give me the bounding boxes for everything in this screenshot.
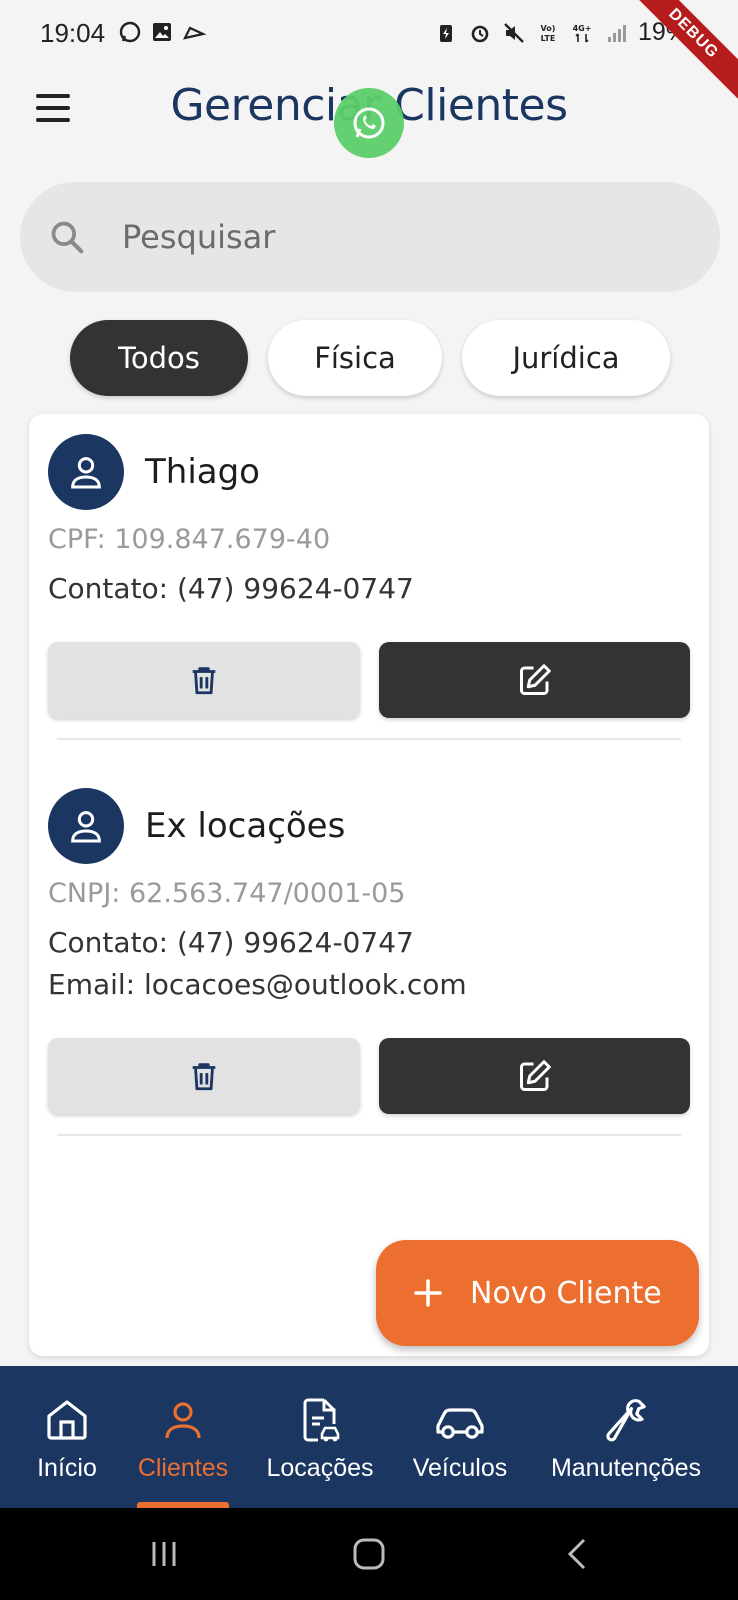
whatsapp-floating-icon[interactable] xyxy=(334,88,404,158)
nav-item-locacoes[interactable]: Locações xyxy=(258,1366,382,1508)
system-navigation-bar xyxy=(0,1508,738,1600)
nav-label: Locações xyxy=(266,1454,374,1482)
edit-button[interactable] xyxy=(379,1038,690,1114)
nav-label: Veículos xyxy=(412,1454,508,1482)
search-input[interactable] xyxy=(122,218,642,256)
filter-juridica[interactable]: Jurídica xyxy=(462,320,670,396)
nav-label: Manutenções xyxy=(550,1454,702,1482)
client-document: CPF: 109.847.679-40 xyxy=(48,524,331,555)
status-right: Vo) LTE 4G+ 19% xyxy=(434,18,688,47)
recent-apps-icon[interactable] xyxy=(144,1534,184,1574)
client-name: Ex locações xyxy=(145,806,346,846)
client-contact: Contato: (47) 99624-0747 xyxy=(48,926,414,959)
home-icon xyxy=(47,1400,87,1440)
search-icon xyxy=(51,221,84,254)
home-button-icon[interactable] xyxy=(349,1534,389,1574)
mute-icon xyxy=(504,22,524,43)
signal-icon xyxy=(607,24,626,42)
trash-icon xyxy=(192,667,216,695)
svg-text:LTE: LTE xyxy=(541,34,556,43)
person-icon xyxy=(165,1402,201,1439)
nav-label: Início xyxy=(37,1454,97,1482)
client-list-card: Thiago CPF: 109.847.679-40 Contato: (47)… xyxy=(29,414,709,1356)
client-name: Thiago xyxy=(145,452,260,492)
volte-icon: Vo)LTE xyxy=(541,24,556,43)
client-document: CNPJ: 62.563.747/0001-05 xyxy=(48,878,406,909)
network-4g-icon: 4G+ xyxy=(573,24,592,43)
filter-chips: Todos Física Jurídica xyxy=(70,320,670,396)
edit-icon xyxy=(519,1060,551,1091)
new-client-label: Novo Cliente xyxy=(470,1275,662,1311)
battery-saver-icon xyxy=(439,24,452,42)
trash-icon xyxy=(192,1063,216,1091)
plus-icon xyxy=(414,1279,442,1307)
wrench-icon xyxy=(606,1399,646,1442)
edit-icon xyxy=(519,664,551,695)
whatsapp-notification-icon xyxy=(119,21,141,43)
client-email: Email: locacoes@outlook.com xyxy=(48,968,467,1001)
avatar xyxy=(48,788,124,864)
avatar xyxy=(48,434,124,510)
document-car-icon xyxy=(303,1398,340,1442)
gallery-notification-icon xyxy=(153,23,171,41)
nav-label: Clientes xyxy=(137,1454,229,1482)
client-contact: Contato: (47) 99624-0747 xyxy=(48,572,414,605)
divider xyxy=(57,738,681,740)
person-icon xyxy=(71,811,101,843)
status-time: 19:04 xyxy=(40,18,106,48)
svg-text:Vo): Vo) xyxy=(541,24,556,33)
filter-todos[interactable]: Todos xyxy=(70,320,248,396)
nav-item-veiculos[interactable]: Veículos xyxy=(404,1366,516,1508)
filter-fisica[interactable]: Física xyxy=(268,320,442,396)
bottom-navigation: Início Clientes Locações Veículos Manute… xyxy=(0,1366,738,1508)
person-icon xyxy=(71,457,101,489)
delete-button[interactable] xyxy=(48,1038,360,1114)
status-bar: 19:04 Vo) LTE 4G+ 19% DEBUG xyxy=(0,0,738,105)
svg-text:4G+: 4G+ xyxy=(573,24,592,33)
search-bar[interactable] xyxy=(20,182,720,292)
nav-item-clientes[interactable]: Clientes xyxy=(128,1366,238,1508)
new-client-button[interactable]: Novo Cliente xyxy=(376,1240,699,1346)
status-notification-icons xyxy=(118,20,206,44)
send-notification-icon xyxy=(182,26,206,40)
alarm-icon xyxy=(471,25,489,42)
divider xyxy=(57,1134,681,1136)
nav-item-manutencoes[interactable]: Manutenções xyxy=(546,1366,706,1508)
back-icon[interactable] xyxy=(558,1534,598,1574)
car-icon xyxy=(436,1408,484,1439)
nav-item-inicio[interactable]: Início xyxy=(24,1366,110,1508)
delete-button[interactable] xyxy=(48,642,360,718)
edit-button[interactable] xyxy=(379,642,690,718)
